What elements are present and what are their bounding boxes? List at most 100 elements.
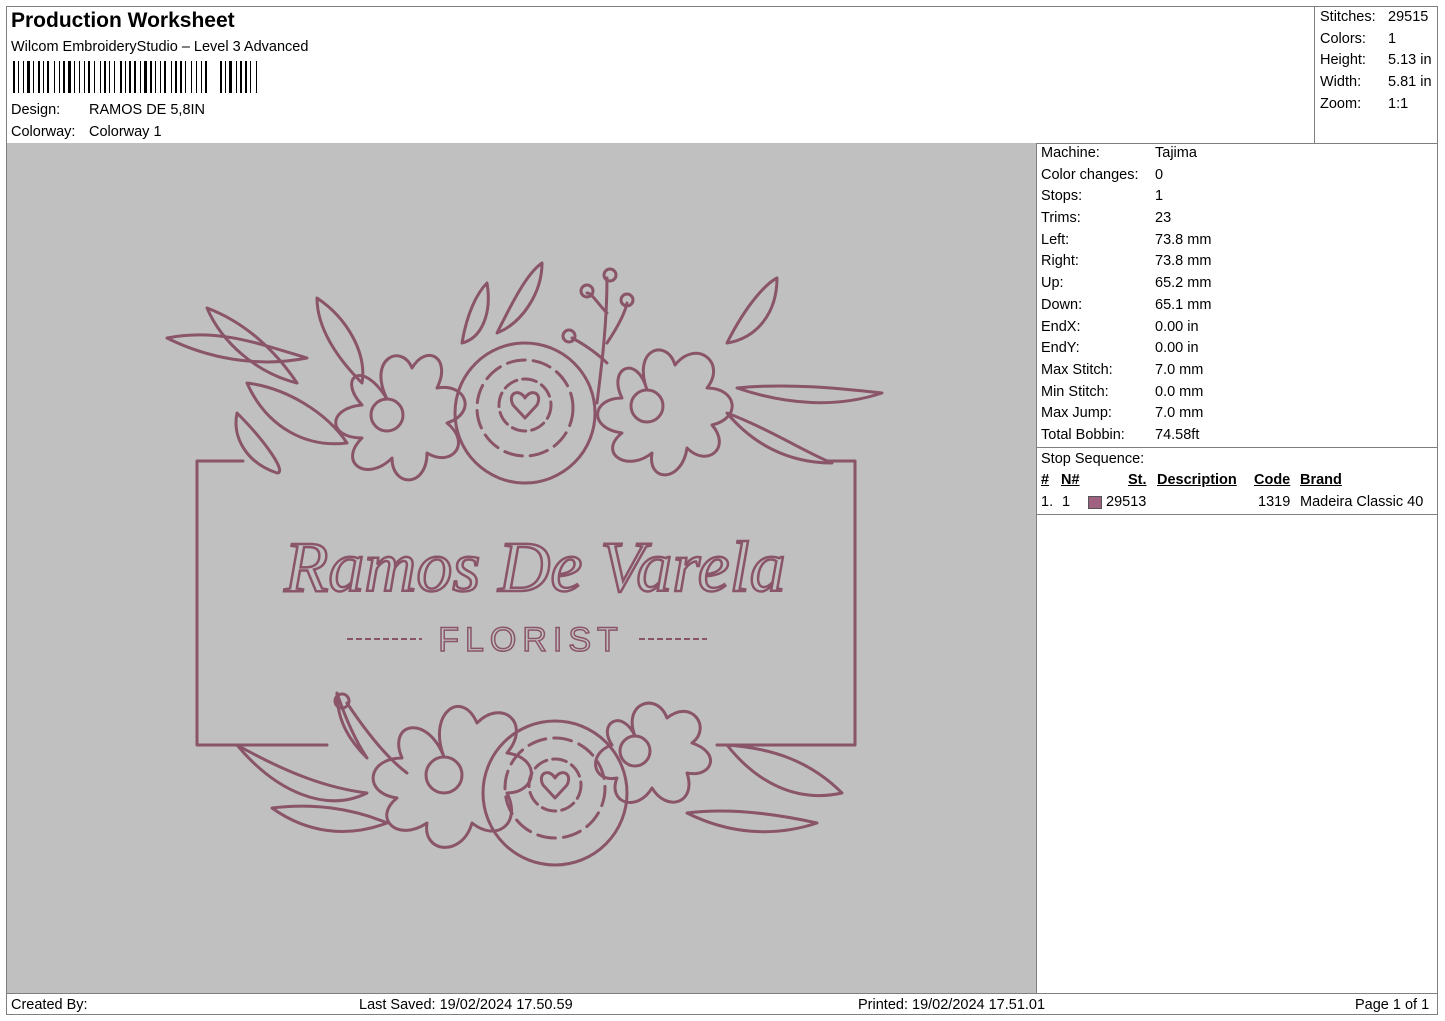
colorway-row: Colorway: Colorway 1 — [11, 124, 162, 140]
barcode-bar — [100, 61, 101, 93]
stat-label: Stops: — [1041, 188, 1083, 205]
stat-label: Left: — [1041, 231, 1070, 248]
colors-value: 1 — [1388, 31, 1397, 47]
leaf-top-right-3 — [725, 411, 834, 465]
stat-row: Up: 65.2 mm — [1037, 273, 1438, 295]
barcode-image — [13, 61, 257, 93]
stat-value: 7.0 mm — [1155, 361, 1204, 378]
printed-date: Printed: 19/02/2024 17.51.01 — [858, 997, 1046, 1013]
design-summary: Stitches: 29515 Colors: 1 Height: 5.13 in W… — [1314, 7, 1438, 144]
flower-top-left-center — [369, 397, 405, 433]
barcode-bar — [120, 61, 122, 93]
stat-label: Total Bobbin: — [1041, 426, 1125, 443]
rose-bottom-heart — [540, 771, 570, 800]
col-brand: Brand — [1300, 472, 1342, 488]
colorway-label: Colorway: — [11, 124, 76, 140]
barcode-bar — [191, 61, 192, 93]
row-num: 1. — [1041, 494, 1054, 510]
stat-label: Down: — [1041, 296, 1083, 313]
barcode-bar — [84, 61, 85, 93]
row-brand: Madeira Classic 40 — [1300, 494, 1424, 510]
barcode-bar — [18, 61, 19, 93]
leaf-top-left-3 — [245, 381, 349, 446]
stat-label: Max Jump: — [1041, 405, 1112, 422]
colors-row: Colors: 1 — [1320, 31, 1396, 47]
stat-label: EndY: — [1041, 340, 1080, 357]
width-value: 5.81 in — [1388, 74, 1432, 90]
software-name: Wilcom EmbroideryStudio – Level 3 Advanc… — [11, 39, 309, 55]
barcode-bar — [54, 61, 55, 93]
created-by: Created By: — [11, 997, 88, 1013]
last-saved: Last Saved: 19/02/2024 17.50.59 — [359, 997, 573, 1013]
flower-bottom-right-center — [618, 734, 652, 768]
col-code: Code — [1254, 472, 1291, 488]
barcode-bar — [74, 61, 75, 93]
stat-row: EndX: 0.00 in — [1037, 317, 1438, 339]
stat-value: 0.00 in — [1155, 318, 1199, 335]
barcode-bar — [144, 61, 147, 93]
barcode-bar — [134, 61, 136, 93]
stat-label: Up: — [1041, 275, 1064, 292]
production-worksheet: Production Worksheet Wilcom EmbroiderySt… — [6, 6, 1438, 1015]
stat-value: 0.0 mm — [1155, 383, 1204, 400]
col-description: Description — [1157, 472, 1237, 488]
stat-row: EndY: 0.00 in — [1037, 338, 1438, 360]
barcode-bar — [250, 61, 251, 93]
design-preview: Ramos De Varela FLORIST — [7, 143, 1037, 993]
stop-sequence: Stop Sequence: # N# St. Description Code… — [1037, 447, 1438, 515]
colors-label: Colors: — [1320, 31, 1366, 47]
machine-stats: Machine: Tajima Color changes: 0 Stops: 1 Trim… — [1037, 143, 1438, 447]
height-row: Height: 5.13 in — [1320, 52, 1432, 68]
col-n: N# — [1061, 472, 1080, 488]
zoom-label: Zoom: — [1320, 96, 1362, 112]
barcode-bar — [104, 61, 106, 93]
stat-value: 7.0 mm — [1155, 405, 1204, 422]
stat-value: 74.58ft — [1155, 426, 1200, 443]
stat-value: 65.1 mm — [1155, 296, 1212, 313]
flower-top-right-petals — [596, 348, 734, 477]
barcode-bar — [79, 61, 80, 93]
stat-value: 73.8 mm — [1155, 231, 1212, 248]
barcode-bar — [63, 61, 65, 93]
stitches-value: 29515 — [1388, 9, 1429, 25]
zoom-value: 1:1 — [1388, 96, 1409, 112]
stat-value: 65.2 mm — [1155, 275, 1212, 292]
leaf-top-left-2 — [205, 306, 299, 385]
barcode-bar — [94, 61, 95, 93]
stat-value: Tajima — [1155, 145, 1197, 161]
barcode-bar — [180, 61, 182, 93]
rose-bottom-mid — [503, 736, 607, 840]
height-value: 5.13 in — [1388, 52, 1432, 68]
barcode-bar — [27, 61, 30, 93]
leaf-bottom-right-2 — [685, 809, 819, 834]
berry-2 — [579, 283, 595, 299]
design-value: RAMOS DE 5,8IN — [89, 102, 206, 118]
barcode-bar — [68, 61, 71, 93]
flower-top-right-center — [629, 388, 665, 424]
barcode-bar — [33, 61, 34, 93]
row-code: 1319 — [1258, 494, 1291, 510]
barcode-bar — [256, 61, 257, 93]
page-number: Page 1 of 1 — [1355, 997, 1430, 1013]
stat-label: Min Stitch: — [1041, 383, 1109, 400]
stat-row: Trims: 23 — [1037, 208, 1438, 230]
brand-name: Ramos De Varela — [283, 527, 785, 607]
barcode-bar — [125, 61, 126, 93]
rose-bottom-inner — [527, 757, 583, 813]
stat-value: 23 — [1155, 210, 1172, 227]
stitches-row: Stitches: 29515 — [1320, 9, 1428, 25]
barcode-bar — [23, 61, 24, 93]
worksheet-header: Production Worksheet Wilcom EmbroiderySt… — [7, 7, 1315, 144]
stat-row: Max Jump: 7.0 mm — [1037, 403, 1438, 425]
barcode-bar — [160, 61, 161, 93]
stat-label: Machine: — [1041, 145, 1100, 161]
barcode-bar — [43, 61, 44, 93]
flower-bottom-right-petals — [594, 701, 712, 804]
stat-row: Right: 73.8 mm — [1037, 251, 1438, 273]
stat-row: Stops: 1 — [1037, 186, 1438, 208]
stat-value: 0.00 in — [1155, 340, 1199, 357]
barcode-bar — [185, 61, 186, 93]
barcode-bar — [236, 61, 237, 93]
barcode-bar — [88, 61, 90, 93]
stat-label: EndX: — [1041, 318, 1081, 335]
